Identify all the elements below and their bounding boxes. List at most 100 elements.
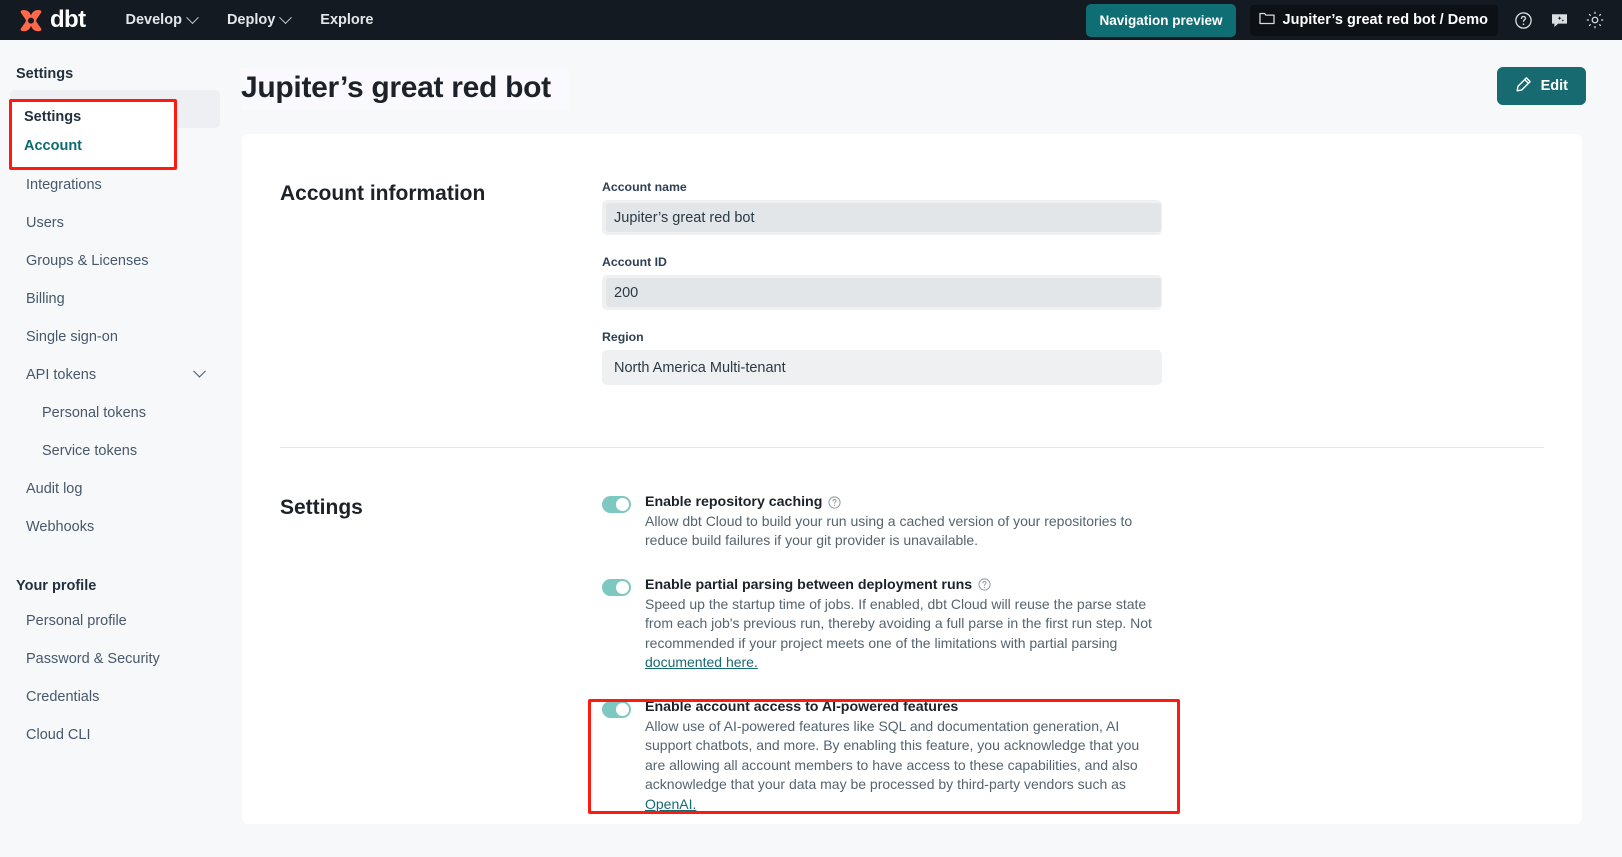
setting-ai-powered-features: Enable account access to AI-powered feat…: [602, 699, 1162, 814]
toggle-ai-powered-features[interactable]: [602, 701, 631, 718]
help-circle-icon[interactable]: [828, 496, 841, 509]
dbt-logo-icon: [18, 8, 44, 32]
page-header: Jupiter’s great red bot Edit: [230, 40, 1622, 134]
nav-item-deploy-label: Deploy: [227, 12, 275, 28]
sidebar-item-label: Personal profile: [26, 613, 127, 629]
setting-repository-caching: Enable repository caching Allow dbt Clou…: [602, 494, 1162, 551]
sidebar-item-api-tokens[interactable]: API tokens: [10, 356, 220, 394]
sidebar-item-webhooks[interactable]: Webhooks: [10, 508, 220, 546]
chevron-down-icon: [193, 364, 206, 377]
help-circle-icon[interactable]: [978, 578, 991, 591]
setting-title: Enable account access to AI-powered feat…: [645, 699, 958, 715]
chevron-down-icon: [279, 11, 292, 24]
sidebar-highlight-item: Account: [12, 125, 174, 154]
top-nav-right-cluster: Navigation preview Jupiter’s great red b…: [1086, 0, 1606, 40]
sidebar-item-label: Users: [26, 215, 64, 231]
field-value: North America Multi-tenant: [614, 360, 786, 376]
sidebar-item-credentials[interactable]: Credentials: [10, 678, 220, 716]
field-label: Account ID: [602, 255, 1162, 269]
sidebar-spacer: [0, 546, 230, 572]
field-label: Region: [602, 330, 1162, 344]
setting-description-text: Allow use of AI-powered features like SQ…: [645, 718, 1139, 792]
settings-heading: Settings: [280, 494, 602, 840]
settings-list: Enable repository caching Allow dbt Clou…: [602, 494, 1162, 840]
region-input[interactable]: North America Multi-tenant: [602, 350, 1162, 385]
breadcrumb[interactable]: Jupiter’s great red bot / Demo: [1250, 5, 1498, 36]
sidebar-group-your-profile: Your profile: [0, 572, 230, 600]
gear-icon[interactable]: [1584, 9, 1606, 31]
sidebar-item-label: API tokens: [26, 367, 96, 383]
documented-here-link[interactable]: documented here.: [645, 654, 758, 670]
openai-link[interactable]: OpenAI.: [645, 796, 696, 812]
setting-title: Enable repository caching: [645, 494, 822, 510]
dbt-logo-text: dbt: [50, 8, 86, 32]
account-information-section: Account information Account name Jupiter…: [242, 180, 1582, 405]
nav-item-develop-label: Develop: [126, 12, 182, 28]
pencil-icon: [1515, 76, 1532, 97]
account-information-fields: Account name Jupiter’s great red bot Acc…: [602, 180, 1162, 405]
sidebar-item-label: Single sign-on: [26, 329, 118, 345]
edit-button-label: Edit: [1541, 78, 1568, 94]
sidebar-item-label: Service tokens: [42, 443, 137, 459]
sidebar-item-integrations[interactable]: Integrations: [10, 166, 220, 204]
sidebar-item-billing[interactable]: Billing: [10, 280, 220, 318]
account-id-input[interactable]: 200: [602, 275, 1162, 310]
setting-text: Enable account access to AI-powered feat…: [645, 699, 1162, 814]
sidebar-group-settings: Settings: [0, 60, 230, 88]
sidebar-item-personal-tokens[interactable]: Personal tokens: [10, 394, 220, 432]
chevron-down-icon: [186, 11, 199, 24]
sidebar-item-label: Cloud CLI: [26, 727, 90, 743]
account-name-input[interactable]: Jupiter’s great red bot: [602, 200, 1162, 235]
setting-text: Enable partial parsing between deploymen…: [645, 577, 1162, 673]
settings-section: Settings Enable repository caching: [242, 448, 1582, 840]
field-account-id: Account ID 200: [602, 255, 1162, 310]
setting-description: Allow use of AI-powered features like SQ…: [645, 717, 1162, 814]
setting-partial-parsing: Enable partial parsing between deploymen…: [602, 577, 1162, 673]
sidebar-item-label: Personal tokens: [42, 405, 146, 421]
sidebar-item-label: Credentials: [26, 689, 99, 705]
setting-title-row: Enable repository caching: [645, 494, 1162, 510]
sidebar-item-label: Groups & Licenses: [26, 253, 149, 269]
field-value: Jupiter’s great red bot: [614, 210, 755, 226]
setting-title: Enable partial parsing between deploymen…: [645, 577, 972, 593]
navigation-preview-button[interactable]: Navigation preview: [1086, 4, 1235, 37]
sidebar-item-label: Billing: [26, 291, 65, 307]
help-circle-icon[interactable]: [1512, 9, 1534, 31]
nav-item-deploy[interactable]: Deploy: [227, 12, 290, 28]
sidebar-item-single-sign-on[interactable]: Single sign-on: [10, 318, 220, 356]
sidebar-item-groups-licenses[interactable]: Groups & Licenses: [10, 242, 220, 280]
main-content: Jupiter’s great red bot Edit Account inf…: [230, 40, 1622, 857]
toggle-repository-caching[interactable]: [602, 496, 631, 513]
nav-item-explore-label: Explore: [320, 12, 373, 28]
sidebar-item-personal-profile[interactable]: Personal profile: [10, 602, 220, 640]
sidebar-item-audit-log[interactable]: Audit log: [10, 470, 220, 508]
sidebar-highlight-annotation: Settings Account: [9, 99, 177, 170]
nav-item-develop[interactable]: Develop: [126, 12, 197, 28]
sidebar-item-password-security[interactable]: Password & Security: [10, 640, 220, 678]
setting-title-row: Enable account access to AI-powered feat…: [645, 699, 1162, 715]
sidebar-item-users[interactable]: Users: [10, 204, 220, 242]
toggle-partial-parsing[interactable]: [602, 579, 631, 596]
sidebar-item-service-tokens[interactable]: Service tokens: [10, 432, 220, 470]
chat-sparkle-icon[interactable]: [1548, 9, 1570, 31]
primary-nav-links: Develop Deploy Explore: [126, 12, 374, 28]
field-account-name: Account name Jupiter’s great red bot: [602, 180, 1162, 235]
sidebar-item-cloud-cli[interactable]: Cloud CLI: [10, 716, 220, 754]
edit-button[interactable]: Edit: [1497, 67, 1586, 105]
field-value: 200: [614, 285, 638, 301]
dbt-logo[interactable]: dbt: [18, 8, 86, 32]
setting-description-text: Speed up the startup time of jobs. If en…: [645, 596, 1152, 651]
sidebar-item-label: Webhooks: [26, 519, 94, 535]
account-information-heading: Account information: [280, 180, 602, 405]
page-title: Jupiter’s great red bot: [241, 68, 569, 110]
breadcrumb-label: Jupiter’s great red bot / Demo: [1283, 12, 1488, 28]
setting-text: Enable repository caching Allow dbt Clou…: [645, 494, 1162, 551]
sidebar-item-label: Integrations: [26, 177, 102, 193]
nav-item-explore[interactable]: Explore: [320, 12, 373, 28]
field-region: Region North America Multi-tenant: [602, 330, 1162, 385]
folder-icon: [1259, 11, 1275, 30]
setting-title-row: Enable partial parsing between deploymen…: [645, 577, 1162, 593]
sidebar-highlight-title: Settings: [12, 102, 174, 125]
top-navigation-bar: dbt Develop Deploy Explore Navigation pr…: [0, 0, 1622, 40]
setting-description: Allow dbt Cloud to build your run using …: [645, 512, 1162, 551]
